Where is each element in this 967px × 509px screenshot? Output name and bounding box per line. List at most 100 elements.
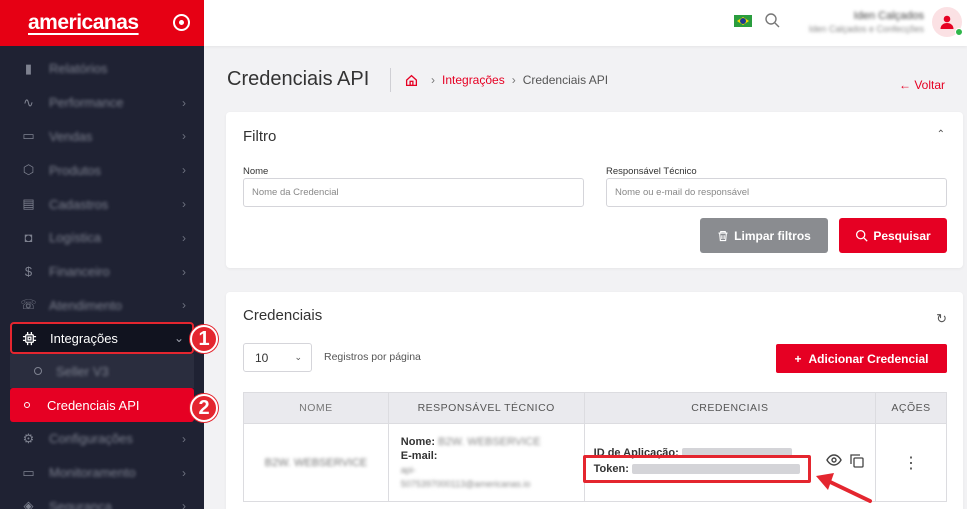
cell-name: B2W. WEBSERVICE <box>243 423 389 502</box>
resp-name-label: Nome: <box>400 435 436 448</box>
box-icon: ⬡ <box>22 162 35 178</box>
per-page-select[interactable]: 10 ⌄ <box>243 343 312 372</box>
sidebar-item-label: Logística <box>49 230 102 246</box>
copy-icon[interactable] <box>849 454 864 471</box>
search-button[interactable]: Pesquisar <box>839 218 947 253</box>
resp-name-line: Nome: B2W. WEBSERVICE <box>401 435 584 449</box>
chevron-right-icon: › <box>182 129 186 144</box>
online-status-icon <box>955 28 963 36</box>
user-company: Iden Calçados e Confecções <box>808 24 924 34</box>
sidebar-item-integracoes[interactable]: Integrações ⌄ <box>10 322 194 355</box>
circle-icon <box>34 367 42 376</box>
chevron-right-icon: › <box>182 298 186 313</box>
sidebar-item-configuracoes[interactable]: ⚙ Configurações › <box>0 422 204 456</box>
search-label: Pesquisar <box>873 228 931 243</box>
sidebar-item-vendas[interactable]: ▭ Vendas › <box>0 120 204 154</box>
column-header-nome: NOME <box>243 392 389 424</box>
sidebar-item-monitoramento[interactable]: ▭ Monitoramento › <box>0 456 204 490</box>
chevron-right-icon: › <box>182 499 186 509</box>
top-bar: Iden Calçados Iden Calçados e Confecções <box>204 0 967 46</box>
chevron-up-icon[interactable]: ⌃ <box>937 129 945 140</box>
sidebar-item-label: Configurações <box>49 431 133 447</box>
title-divider <box>390 68 391 92</box>
sidebar-item-relatorios[interactable]: ▮ Relatórios <box>0 52 204 86</box>
wallet-icon: ▭ <box>22 128 35 144</box>
breadcrumb-current: Credenciais API <box>522 73 609 87</box>
resp-email-line: E-mail: <box>401 449 584 463</box>
eye-icon[interactable] <box>825 454 842 469</box>
sidebar-item-label: Performance <box>49 95 124 111</box>
per-page-value: 10 <box>255 350 269 365</box>
breadcrumb: › Integrações › Credenciais API <box>405 73 608 87</box>
sidebar-subitem-credenciais-api[interactable]: Credenciais API <box>10 388 194 422</box>
breadcrumb-separator: › <box>431 73 435 87</box>
more-vertical-icon[interactable]: ⋮ <box>903 455 919 472</box>
sidebar-item-financeiro[interactable]: $ Financeiro › <box>0 255 204 289</box>
sidebar-item-label: Vendas <box>49 128 93 144</box>
name-input[interactable]: Nome da Credencial <box>243 178 584 207</box>
add-credential-button[interactable]: + Adicionar Credencial <box>776 344 947 373</box>
step-badge-2: 2 <box>190 394 218 422</box>
credential-name: B2W. WEBSERVICE <box>264 456 368 469</box>
step-badge-1: 1 <box>190 325 218 353</box>
trash-icon <box>718 230 728 241</box>
sidebar-item-atendimento[interactable]: ☏ Atendimento › <box>0 289 204 323</box>
resp-email-value: api- <box>400 464 416 475</box>
avatar[interactable] <box>932 7 963 37</box>
sidebar-item-seguranca[interactable]: ◈ Segurança › <box>0 490 204 509</box>
resp-email-label: E-mail: <box>400 449 438 462</box>
chevron-right-icon: › <box>182 95 186 110</box>
resp-input[interactable]: Nome ou e-mail do responsável <box>606 178 947 207</box>
sidebar-toggle-icon[interactable] <box>173 14 190 31</box>
column-header-responsavel: RESPONSÁVEL TÉCNICO <box>387 392 585 424</box>
back-link[interactable]: ← Voltar <box>899 78 945 92</box>
credentials-title: Credenciais <box>243 307 323 324</box>
brand-header: americanas <box>0 0 204 46</box>
sidebar-item-label: Credenciais API <box>47 397 140 413</box>
chevron-right-icon: › <box>182 197 186 212</box>
user-info[interactable]: Iden Calçados Iden Calçados e Confecções <box>790 10 924 34</box>
americanas-logo[interactable]: americanas <box>28 11 139 35</box>
search-icon[interactable] <box>764 12 780 28</box>
sidebar-item-performance[interactable]: ∿ Performance › <box>0 86 204 120</box>
arrow-left-icon: ← <box>898 78 915 92</box>
clear-filters-button[interactable]: Limpar filtros <box>700 218 828 253</box>
gear-icon: ⚙ <box>22 430 35 446</box>
column-header-credenciais: CREDENCIAIS <box>583 392 877 424</box>
chevron-down-icon: ⌄ <box>294 352 302 362</box>
sidebar-item-label: Relatórios <box>49 61 108 77</box>
add-credential-label: Adicionar Credencial <box>808 351 929 366</box>
chip-icon <box>21 330 38 347</box>
clear-filters-label: Limpar filtros <box>734 228 811 243</box>
refresh-icon[interactable]: ↻ <box>936 311 947 327</box>
name-label: Nome <box>243 166 269 177</box>
table-header-row: NOME RESPONSÁVEL TÉCNICO CREDENCIAIS AÇÕ… <box>243 392 947 424</box>
user-icon <box>940 15 954 29</box>
sidebar-item-label: Cadastros <box>49 196 109 212</box>
per-page-label: Registros por página <box>324 351 421 363</box>
breadcrumb-integracoes[interactable]: Integrações <box>442 73 505 87</box>
resp-label: Responsável Técnico <box>606 166 697 177</box>
sidebar-item-label: Segurança <box>49 498 112 509</box>
back-label: Voltar <box>914 78 945 92</box>
sidebar-item-logistica[interactable]: ◘ Logística › <box>0 221 204 255</box>
sidebar-item-cadastros[interactable]: ▤ Cadastros › <box>0 187 204 221</box>
sidebar-item-produtos[interactable]: ⬡ Produtos › <box>0 153 204 187</box>
sidebar-subitem-seller-v3[interactable]: Seller V3 <box>10 354 194 389</box>
brazil-flag-icon[interactable] <box>734 15 752 27</box>
filter-title: Filtro <box>243 128 277 145</box>
pulse-icon: ∿ <box>23 94 34 110</box>
sidebar-item-label: Financeiro <box>49 264 110 280</box>
sidebar-nav: ▮ Relatórios ∿ Performance › ▭ Vendas › … <box>0 46 204 509</box>
headset-icon: ☏ <box>20 297 37 313</box>
sidebar-item-label: Integrações <box>50 330 118 346</box>
sidebar: americanas ▮ Relatórios ∿ Performance › … <box>0 0 204 509</box>
circle-icon <box>24 402 30 409</box>
home-icon[interactable] <box>405 74 418 87</box>
cell-responsavel: Nome: B2W. WEBSERVICE E-mail: api- 50753… <box>387 423 585 502</box>
shield-icon: ◈ <box>23 498 34 509</box>
sidebar-item-label: Produtos <box>49 162 102 178</box>
user-name: Iden Calçados <box>853 10 924 22</box>
column-header-acoes: AÇÕES <box>875 392 947 424</box>
sidebar-item-label: Atendimento <box>49 297 122 313</box>
